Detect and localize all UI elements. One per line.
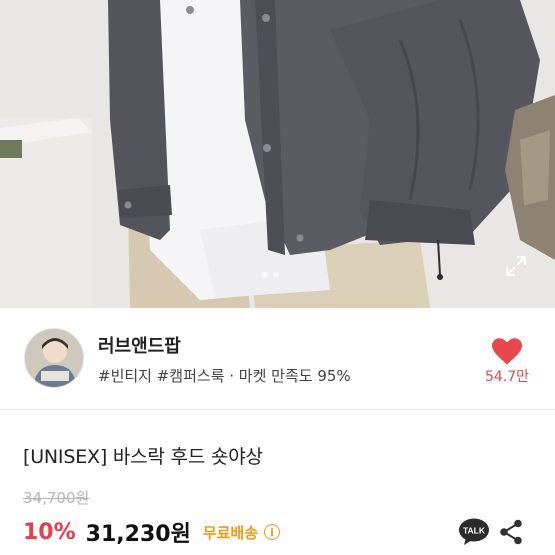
chat-bubble-icon: TALK xyxy=(459,518,489,545)
seller-tags: #빈티지 #캠퍼스룩 · 마켓 만족도 95% xyxy=(98,367,351,385)
carousel-dot-active[interactable] xyxy=(262,272,268,278)
share-icon[interactable] xyxy=(499,519,523,545)
info-icon[interactable]: i xyxy=(264,524,281,540)
sale-price: 31,230원 xyxy=(85,522,191,547)
discount-rate: 10% xyxy=(23,519,76,545)
carousel-dot[interactable] xyxy=(273,272,279,278)
product-photo-illustration xyxy=(0,0,555,308)
product-title: [UNISEX] 바스락 후드 숏야상 xyxy=(23,446,263,468)
price-row: 10% 31,230원 무료배송 i xyxy=(23,516,281,548)
product-image[interactable] xyxy=(0,0,555,308)
free-shipping-label: 무료배송 xyxy=(202,523,259,542)
original-price: 34,700원 xyxy=(23,489,90,507)
kakao-talk-button[interactable]: TALK xyxy=(459,518,489,546)
talk-label: TALK xyxy=(463,526,486,536)
seller-row[interactable]: 러브앤드팝 #빈티지 #캠퍼스룩 · 마켓 만족도 95% 54.7만 xyxy=(0,308,555,410)
seller-name[interactable]: 러브앤드팝 xyxy=(98,332,181,358)
seller-avatar[interactable] xyxy=(24,328,84,388)
expand-icon[interactable] xyxy=(504,254,528,278)
like-count: 54.7만 xyxy=(484,369,530,385)
carousel-indicator xyxy=(262,272,279,278)
